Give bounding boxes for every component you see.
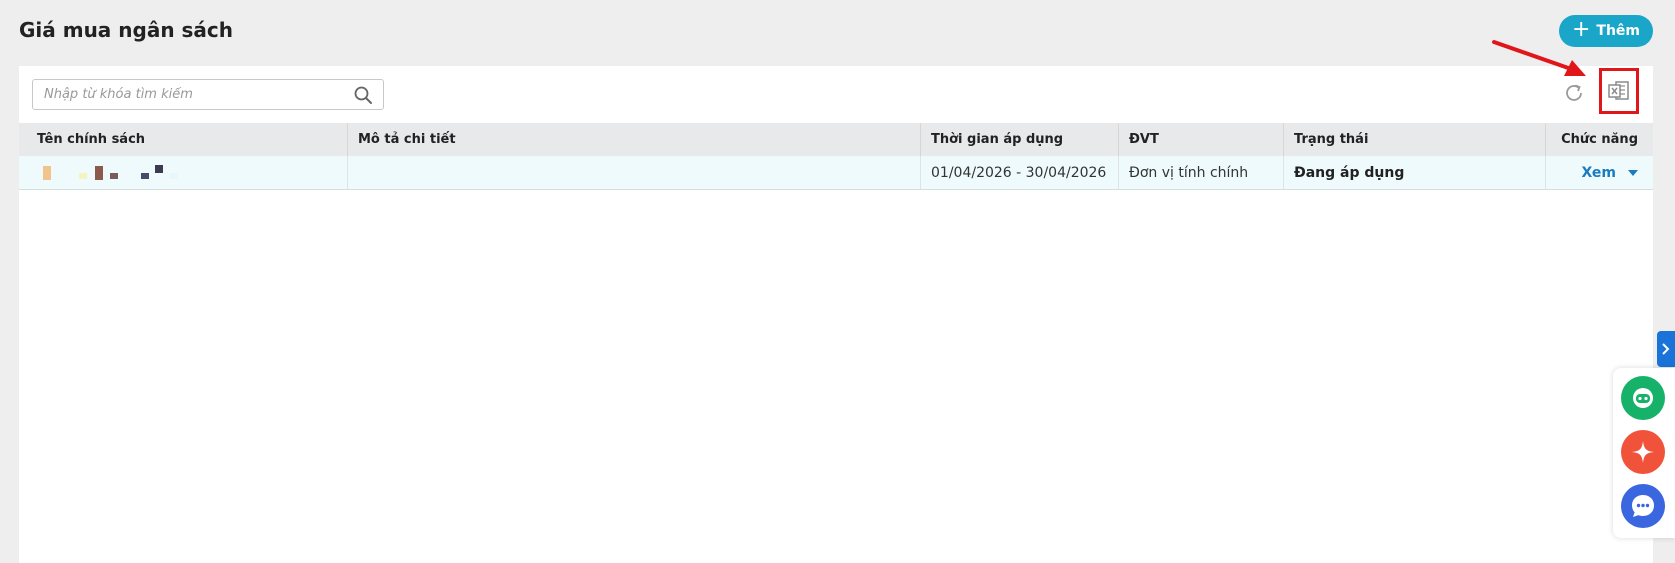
- ai-assistant-button[interactable]: [1621, 430, 1665, 474]
- caret-down-icon[interactable]: [1628, 169, 1638, 176]
- table-header: Tên chính sách Mô tả chi tiết Thời gian …: [19, 123, 1653, 156]
- cell-actions: Xem: [1546, 156, 1653, 189]
- chat-bubble-icon: [1632, 495, 1654, 517]
- sparkle-icon: [1632, 441, 1654, 463]
- column-header-unit[interactable]: ĐVT: [1119, 123, 1284, 156]
- page-title: Giá mua ngân sách: [19, 18, 234, 42]
- cell-description: [348, 156, 921, 189]
- excel-export-icon[interactable]: [1607, 80, 1631, 102]
- search-input[interactable]: [33, 80, 353, 109]
- column-header-period[interactable]: Thời gian áp dụng: [921, 123, 1119, 156]
- column-header-status[interactable]: Trạng thái: [1284, 123, 1546, 156]
- search-box: [32, 79, 384, 110]
- refresh-icon[interactable]: [1563, 82, 1585, 104]
- table-row[interactable]: 01/04/2026 - 30/04/2026 Đơn vị tính chín…: [19, 156, 1653, 190]
- chat-bot-button[interactable]: [1621, 376, 1665, 420]
- column-header-actions: Chức năng: [1561, 132, 1638, 147]
- add-button-label: Thêm: [1596, 23, 1641, 39]
- cell-period: 01/04/2026 - 30/04/2026: [921, 156, 1119, 189]
- messages-button[interactable]: [1621, 484, 1665, 528]
- redacted-name: [37, 164, 197, 182]
- floating-action-panel: [1613, 368, 1675, 538]
- annotation-arrow-icon: [1492, 40, 1586, 76]
- cell-status: Đang áp dụng: [1284, 156, 1546, 189]
- cell-policy-name: [19, 156, 348, 189]
- status-text: Đang áp dụng: [1294, 164, 1405, 181]
- column-header-description[interactable]: Mô tả chi tiết: [348, 123, 921, 156]
- chevron-right-icon: [1662, 343, 1670, 355]
- column-header-name[interactable]: Tên chính sách: [19, 123, 348, 156]
- side-panel-toggle[interactable]: [1657, 331, 1675, 367]
- export-highlight: [1599, 68, 1639, 114]
- view-link[interactable]: Xem: [1581, 165, 1616, 181]
- search-icon[interactable]: [353, 85, 373, 105]
- cell-unit: Đơn vị tính chính: [1119, 156, 1284, 189]
- robot-icon: [1633, 388, 1653, 408]
- content-card: Tên chính sách Mô tả chi tiết Thời gian …: [19, 66, 1653, 563]
- view-action-dropdown[interactable]: Xem: [1581, 165, 1638, 181]
